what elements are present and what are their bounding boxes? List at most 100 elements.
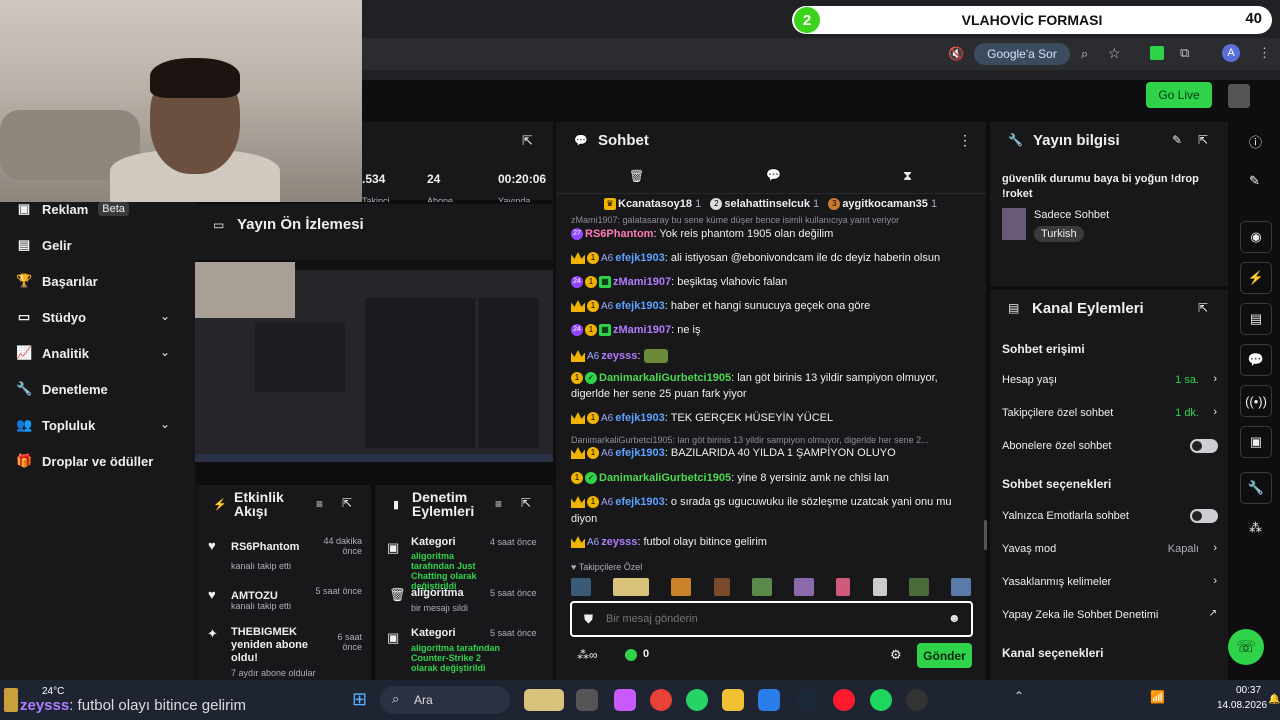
stream-preview[interactable] bbox=[195, 262, 553, 462]
popout-icon[interactable]: ⇱ bbox=[522, 133, 533, 149]
emote[interactable] bbox=[671, 578, 692, 596]
channel-points-icon[interactable] bbox=[625, 649, 637, 661]
popout-icon[interactable]: ⇱ bbox=[1198, 301, 1208, 315]
clock-time[interactable]: 00:37 bbox=[1236, 685, 1261, 696]
emote[interactable] bbox=[751, 578, 772, 596]
gear-icon[interactable]: ⚙ bbox=[890, 647, 902, 663]
layout-icon[interactable]: ▣ bbox=[1240, 426, 1272, 458]
chat-user[interactable]: RS6Phantom bbox=[585, 228, 653, 240]
copilot-icon[interactable] bbox=[614, 689, 636, 711]
tag-badge[interactable]: Turkish bbox=[1034, 226, 1084, 242]
nav-item-studyo[interactable]: ▭ Stüdyo bbox=[16, 309, 86, 325]
notification-icon[interactable]: 🔔 bbox=[1268, 694, 1280, 705]
nav-item-topluluk[interactable]: 👥 Topluluk bbox=[16, 417, 95, 433]
folder-icon[interactable] bbox=[722, 689, 744, 711]
row-account-age[interactable]: Hesap yaşı 1 sa. › bbox=[1002, 373, 1217, 386]
chat-input-box[interactable]: ⛊ ☻ bbox=[570, 601, 973, 637]
wrench-icon[interactable]: 🔧 bbox=[1240, 472, 1272, 504]
row-slow-mode[interactable]: Yavaş mod Kapalı › bbox=[1002, 542, 1217, 555]
clock-date[interactable]: 14.08.2026 bbox=[1217, 700, 1267, 711]
chat-user[interactable]: DanimarkaliGurbetci1905 bbox=[599, 472, 731, 484]
chat-bubble-icon[interactable]: 💬 bbox=[1240, 344, 1272, 376]
search-icon[interactable]: ⌕ bbox=[1081, 46, 1088, 62]
user-avatar[interactable] bbox=[1228, 84, 1250, 108]
clipboard-icon[interactable]: ▤ bbox=[1240, 303, 1272, 335]
active-tab[interactable]: 2 VLAHOVİC FORMASI 40 bbox=[792, 6, 1272, 34]
chevron-down-icon[interactable]: ⌄ bbox=[160, 345, 170, 359]
chat-scrollbar[interactable] bbox=[984, 520, 987, 550]
bits-icon[interactable]: ⁂∞ bbox=[577, 648, 598, 662]
star-icon[interactable]: ☆ bbox=[1108, 45, 1121, 62]
address-bar[interactable] bbox=[362, 38, 1280, 70]
nav-item-gelir[interactable]: ▤ Gelir bbox=[16, 237, 72, 253]
nav-item-basarilar[interactable]: 🏆 Başarılar bbox=[16, 273, 98, 289]
mute-icon[interactable]: 🔇 bbox=[948, 46, 964, 62]
nav-item-analitik[interactable]: 📈 Analitik bbox=[16, 345, 89, 361]
popout-icon[interactable]: ⇱ bbox=[521, 496, 531, 510]
chat-user[interactable]: zeysss bbox=[601, 536, 637, 548]
chat-icon[interactable]: 💬 bbox=[766, 168, 781, 182]
obs-icon[interactable] bbox=[906, 689, 928, 711]
dots-icon[interactable]: ⁂ bbox=[1249, 520, 1262, 536]
chevron-down-icon[interactable]: ⌄ bbox=[160, 417, 170, 431]
category-name[interactable]: Sadece Sohbet bbox=[1034, 209, 1109, 221]
emote[interactable] bbox=[571, 578, 591, 596]
chat-user[interactable]: efejk1903 bbox=[615, 412, 665, 424]
emote[interactable] bbox=[713, 578, 730, 596]
help-button[interactable]: ☏ bbox=[1228, 629, 1264, 665]
chat-user[interactable]: DanimarkaliGurbetci1905 bbox=[599, 372, 731, 384]
edit-icon[interactable]: ✎ bbox=[1172, 133, 1182, 147]
popout-icon[interactable]: ⇱ bbox=[1198, 133, 1208, 147]
chat-user[interactable]: zeysss bbox=[601, 350, 637, 362]
row-banned-words[interactable]: Yasaklanmış kelimeler › bbox=[1002, 575, 1217, 588]
chevron-down-icon[interactable]: ⌄ bbox=[160, 309, 170, 323]
emote[interactable] bbox=[794, 578, 815, 596]
emote-only-toggle[interactable] bbox=[1190, 509, 1218, 523]
chat-user[interactable]: efejk1903 bbox=[615, 496, 665, 508]
nav-item-reklam[interactable]: ▣ Reklam Beta bbox=[16, 201, 129, 217]
nav-item-droplar[interactable]: 🎁 Droplar ve ödüller bbox=[16, 453, 153, 469]
pencil-icon[interactable]: ✎ bbox=[1249, 173, 1260, 189]
emote[interactable] bbox=[613, 578, 650, 596]
emote[interactable] bbox=[908, 578, 929, 596]
wifi-icon[interactable]: 📶 bbox=[1150, 690, 1165, 704]
chrome-icon[interactable] bbox=[650, 689, 672, 711]
app-icon[interactable] bbox=[576, 689, 598, 711]
windows-start-icon[interactable]: ⊞ bbox=[352, 689, 367, 710]
google-sor-button[interactable]: Google'a Sor bbox=[974, 43, 1070, 65]
lightning-icon[interactable]: ⚡ bbox=[1240, 262, 1272, 294]
steam-icon[interactable] bbox=[796, 689, 818, 711]
menu-icon[interactable]: ⋮ bbox=[1258, 45, 1271, 61]
chat-user[interactable]: efejk1903 bbox=[615, 447, 665, 459]
tray-chevron-icon[interactable]: ⌃ bbox=[1014, 689, 1024, 703]
filter-icon[interactable]: ≡ bbox=[495, 497, 502, 511]
chat-user[interactable]: zMami1907 bbox=[613, 276, 671, 288]
popout-icon[interactable]: ⇱ bbox=[342, 496, 352, 510]
info-icon[interactable]: ⓘ bbox=[1249, 132, 1262, 151]
chat-user[interactable]: efejk1903 bbox=[615, 252, 665, 264]
camera-icon[interactable]: ◉ bbox=[1240, 221, 1272, 253]
puzzle-icon[interactable]: ⧉ bbox=[1180, 45, 1189, 61]
chat-user[interactable]: zMami1907 bbox=[613, 324, 671, 336]
subs-only-toggle[interactable] bbox=[1190, 439, 1218, 453]
go-live-button[interactable]: Go Live bbox=[1146, 82, 1212, 108]
row-ai-mod[interactable]: Yapay Zeka ile Sohbet Denetimi ↗ bbox=[1002, 608, 1217, 621]
taskbar-search[interactable]: ⌕ Ara bbox=[380, 686, 510, 714]
profile-avatar[interactable]: A bbox=[1222, 44, 1240, 62]
emoji-icon[interactable]: ☻ bbox=[948, 611, 961, 625]
filter-icon[interactable]: ≡ bbox=[316, 497, 323, 511]
emote[interactable] bbox=[872, 578, 887, 596]
send-button[interactable]: Gönder bbox=[917, 643, 972, 668]
chat-user[interactable]: efejk1903 bbox=[615, 300, 665, 312]
app-icon[interactable] bbox=[758, 689, 780, 711]
trash-icon[interactable]: 🗑 bbox=[629, 169, 644, 183]
nav-item-denetleme[interactable]: 🔧 Denetleme bbox=[16, 381, 108, 397]
chat-input[interactable] bbox=[606, 609, 936, 629]
more-icon[interactable]: ⋮ bbox=[958, 132, 972, 149]
row-followers-only[interactable]: Takipçilere özel sohbet 1 dk. › bbox=[1002, 406, 1217, 419]
opera-icon[interactable] bbox=[833, 689, 855, 711]
broadcast-icon[interactable]: ((•)) bbox=[1240, 385, 1272, 417]
app-icon[interactable] bbox=[524, 689, 564, 711]
emote[interactable] bbox=[836, 578, 851, 596]
emote[interactable] bbox=[950, 578, 971, 596]
